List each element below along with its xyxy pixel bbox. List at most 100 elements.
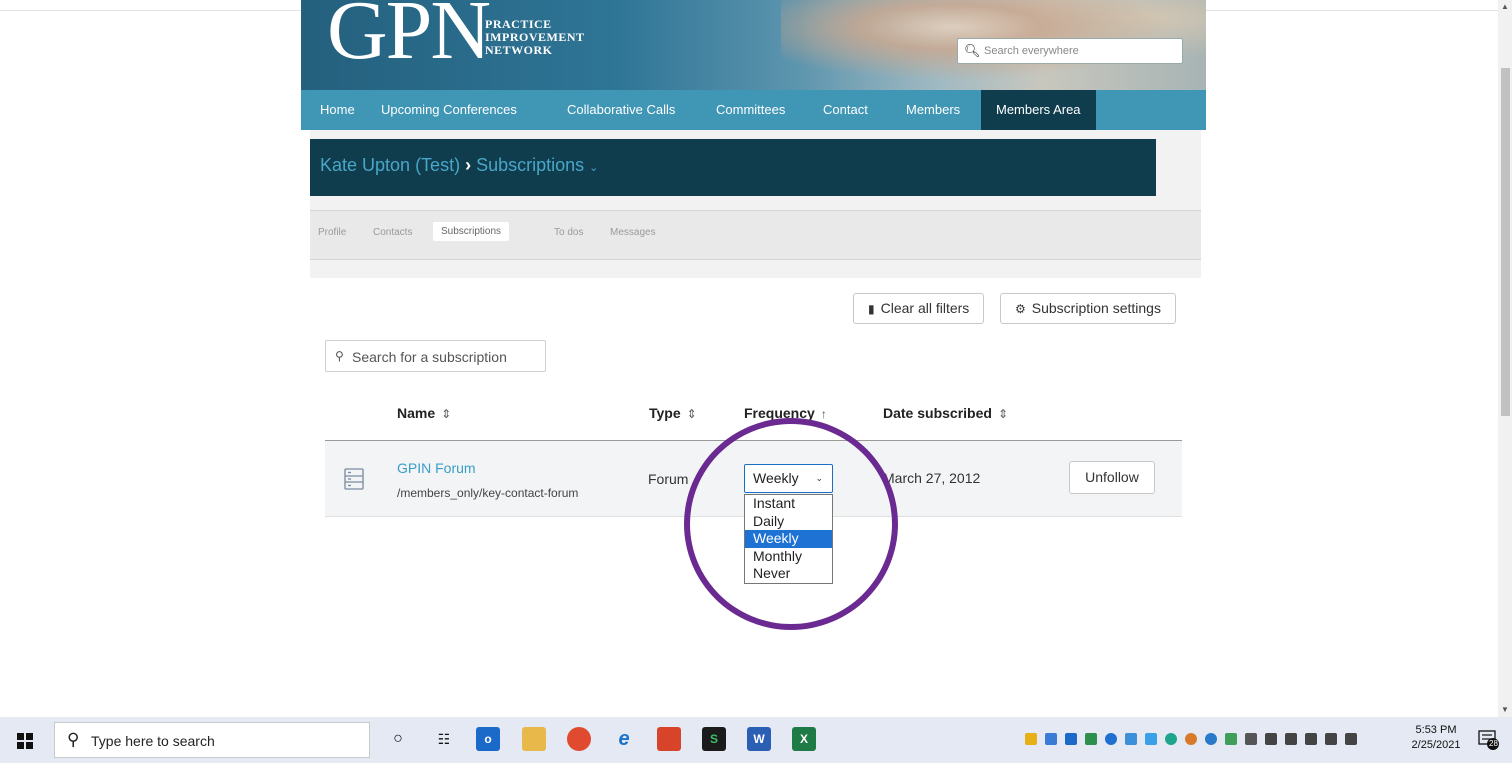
- trash-icon: ▮: [868, 302, 875, 316]
- site-banner: GPN PRACTICE IMPROVEMENT NETWORK 🔍︎ Sear…: [301, 0, 1206, 90]
- column-header-name[interactable]: Name ⇕: [397, 405, 451, 421]
- subscription-settings-label: Subscription settings: [1031, 300, 1161, 316]
- sort-icon: ⇕: [686, 407, 697, 421]
- app-orange-icon[interactable]: [1185, 733, 1197, 745]
- site-logo-subtitle: PRACTICE IMPROVEMENT NETWORK: [485, 17, 585, 57]
- frequency-select-value: Weekly: [753, 470, 799, 486]
- tab-contacts[interactable]: Contacts: [373, 227, 412, 238]
- site-search-input[interactable]: 🔍︎ Search everywhere: [957, 38, 1183, 64]
- column-header-frequency[interactable]: Frequency ↑: [744, 405, 827, 421]
- browser-viewport: GPN PRACTICE IMPROVEMENT NETWORK 🔍︎ Sear…: [0, 0, 1512, 717]
- tab-subscriptions[interactable]: Subscriptions: [433, 222, 510, 241]
- breadcrumb-separator: ›: [465, 155, 472, 175]
- nav-members[interactable]: Members: [906, 90, 960, 130]
- notification-center-icon[interactable]: 28: [1478, 730, 1500, 750]
- frequency-option-daily[interactable]: Daily: [745, 513, 832, 531]
- profile-tabs: Profile Contacts Subscriptions To dos Me…: [310, 210, 1201, 260]
- tab-profile[interactable]: Profile: [318, 227, 346, 238]
- frequency-option-never[interactable]: Never: [745, 565, 832, 583]
- cortana-icon[interactable]: ○: [386, 727, 410, 751]
- frequency-option-instant[interactable]: Instant: [745, 495, 832, 513]
- site-logo[interactable]: GPN: [327, 0, 491, 76]
- nav-upcoming-conferences[interactable]: Upcoming Conferences: [381, 90, 517, 130]
- lock-icon[interactable]: [1025, 733, 1037, 745]
- sort-ascending-icon: ↑: [820, 407, 827, 421]
- notification-count: 28: [1489, 739, 1498, 748]
- scroll-up-arrow-icon[interactable]: ▲: [1498, 0, 1512, 14]
- nav-collaborative-calls[interactable]: Collaborative Calls: [567, 90, 675, 130]
- chevron-down-icon[interactable]: ⌄: [589, 162, 598, 174]
- subscription-path: /members_only/key-contact-forum: [397, 486, 579, 500]
- app-dark-icon[interactable]: [1305, 733, 1317, 745]
- site-search-placeholder: Search everywhere: [984, 45, 1079, 57]
- app-blue-icon[interactable]: [1205, 733, 1217, 745]
- sync-icon[interactable]: [1165, 733, 1177, 745]
- breadcrumb-section[interactable]: Subscriptions: [476, 155, 584, 175]
- sort-icon: ⇕: [997, 407, 1008, 421]
- taskbar-search-input[interactable]: ⚲ Type here to search: [54, 722, 370, 758]
- windows-start-icon[interactable]: [17, 733, 33, 749]
- breadcrumb-user[interactable]: Kate Upton (Test): [320, 155, 460, 175]
- main-content: Kate Upton (Test) › Subscriptions ⌄ Prof…: [301, 130, 1206, 717]
- scroll-down-arrow-icon[interactable]: ▼: [1498, 703, 1512, 717]
- bluetooth-icon[interactable]: [1105, 733, 1117, 745]
- clear-all-filters-button[interactable]: ▮ Clear all filters: [853, 293, 985, 324]
- printer-icon[interactable]: [1325, 733, 1337, 745]
- scrollbar-thumb[interactable]: [1501, 68, 1510, 416]
- search-icon: ⚲: [335, 349, 344, 363]
- nav-contact[interactable]: Contact: [823, 90, 868, 130]
- tab-to-dos[interactable]: To dos: [554, 227, 583, 238]
- outlook-icon[interactable]: o: [476, 727, 500, 751]
- excel-icon[interactable]: X: [792, 727, 816, 751]
- subscription-type: Forum: [648, 471, 689, 487]
- windows-taskbar: ⚲ Type here to search ○ ☷ o e S W X 5:53…: [0, 717, 1512, 763]
- outlook-tray-icon[interactable]: [1065, 733, 1077, 745]
- clock-date: 2/25/2021: [1411, 739, 1461, 751]
- forum-icon: [344, 468, 364, 490]
- subscription-search-input[interactable]: ⚲ Search for a subscription: [325, 340, 546, 372]
- subscription-date: March 27, 2012: [883, 470, 981, 486]
- search-icon: ⚲: [67, 730, 80, 749]
- volume-icon[interactable]: [1245, 733, 1257, 745]
- onedrive-icon[interactable]: [1145, 733, 1157, 745]
- taskbar-clock[interactable]: 5:53 PM 2/25/2021: [1411, 723, 1461, 753]
- app-green-icon[interactable]: [1225, 733, 1237, 745]
- frequency-dropdown-list: Instant Daily Weekly Monthly Never: [744, 494, 833, 584]
- battery-icon[interactable]: [1265, 733, 1277, 745]
- edge-icon[interactable]: e: [612, 727, 636, 751]
- nav-committees[interactable]: Committees: [716, 90, 785, 130]
- taskbar-search-placeholder: Type here to search: [91, 733, 215, 749]
- frequency-option-monthly[interactable]: Monthly: [745, 548, 832, 566]
- network-share-icon[interactable]: [1045, 733, 1057, 745]
- word-icon[interactable]: W: [747, 727, 771, 751]
- subscription-settings-button[interactable]: ⚙ Subscription settings: [1000, 293, 1176, 324]
- page-container: GPN PRACTICE IMPROVEMENT NETWORK 🔍︎ Sear…: [301, 0, 1206, 717]
- unfollow-button[interactable]: Unfollow: [1069, 461, 1155, 494]
- task-view-icon[interactable]: ☷: [432, 727, 456, 751]
- network-icon[interactable]: [1285, 733, 1297, 745]
- keyboard-icon[interactable]: [1345, 733, 1357, 745]
- nav-members-area[interactable]: Members Area: [981, 90, 1096, 130]
- clear-all-filters-label: Clear all filters: [880, 300, 970, 316]
- frequency-option-weekly[interactable]: Weekly: [745, 530, 832, 548]
- profile-title-bar: Kate Upton (Test) › Subscriptions ⌄: [310, 139, 1156, 196]
- nav-home[interactable]: Home: [320, 90, 355, 130]
- security-icon[interactable]: [1085, 733, 1097, 745]
- search-icon: 🔍︎: [964, 43, 981, 58]
- clock-time: 5:53 PM: [1415, 724, 1457, 736]
- subscription-search-placeholder: Search for a subscription: [352, 349, 507, 365]
- app-tray-icon[interactable]: [1125, 733, 1137, 745]
- media-icon[interactable]: [657, 727, 681, 751]
- app-s-icon[interactable]: S: [702, 727, 726, 751]
- column-header-date-subscribed[interactable]: Date subscribed ⇕: [883, 405, 1008, 421]
- gear-icon: ⚙: [1015, 302, 1026, 316]
- file-explorer-icon[interactable]: [522, 727, 546, 751]
- column-header-type[interactable]: Type ⇕: [649, 405, 697, 421]
- main-nav: Home Upcoming Conferences Collaborative …: [301, 90, 1206, 130]
- frequency-select[interactable]: Weekly ⌄: [744, 464, 833, 493]
- chevron-down-icon: ⌄: [815, 473, 823, 483]
- subscription-name-link[interactable]: GPIN Forum: [397, 460, 476, 476]
- tab-messages[interactable]: Messages: [610, 227, 656, 238]
- chrome-icon[interactable]: [567, 727, 591, 751]
- vertical-scrollbar[interactable]: ▲ ▼: [1498, 0, 1512, 717]
